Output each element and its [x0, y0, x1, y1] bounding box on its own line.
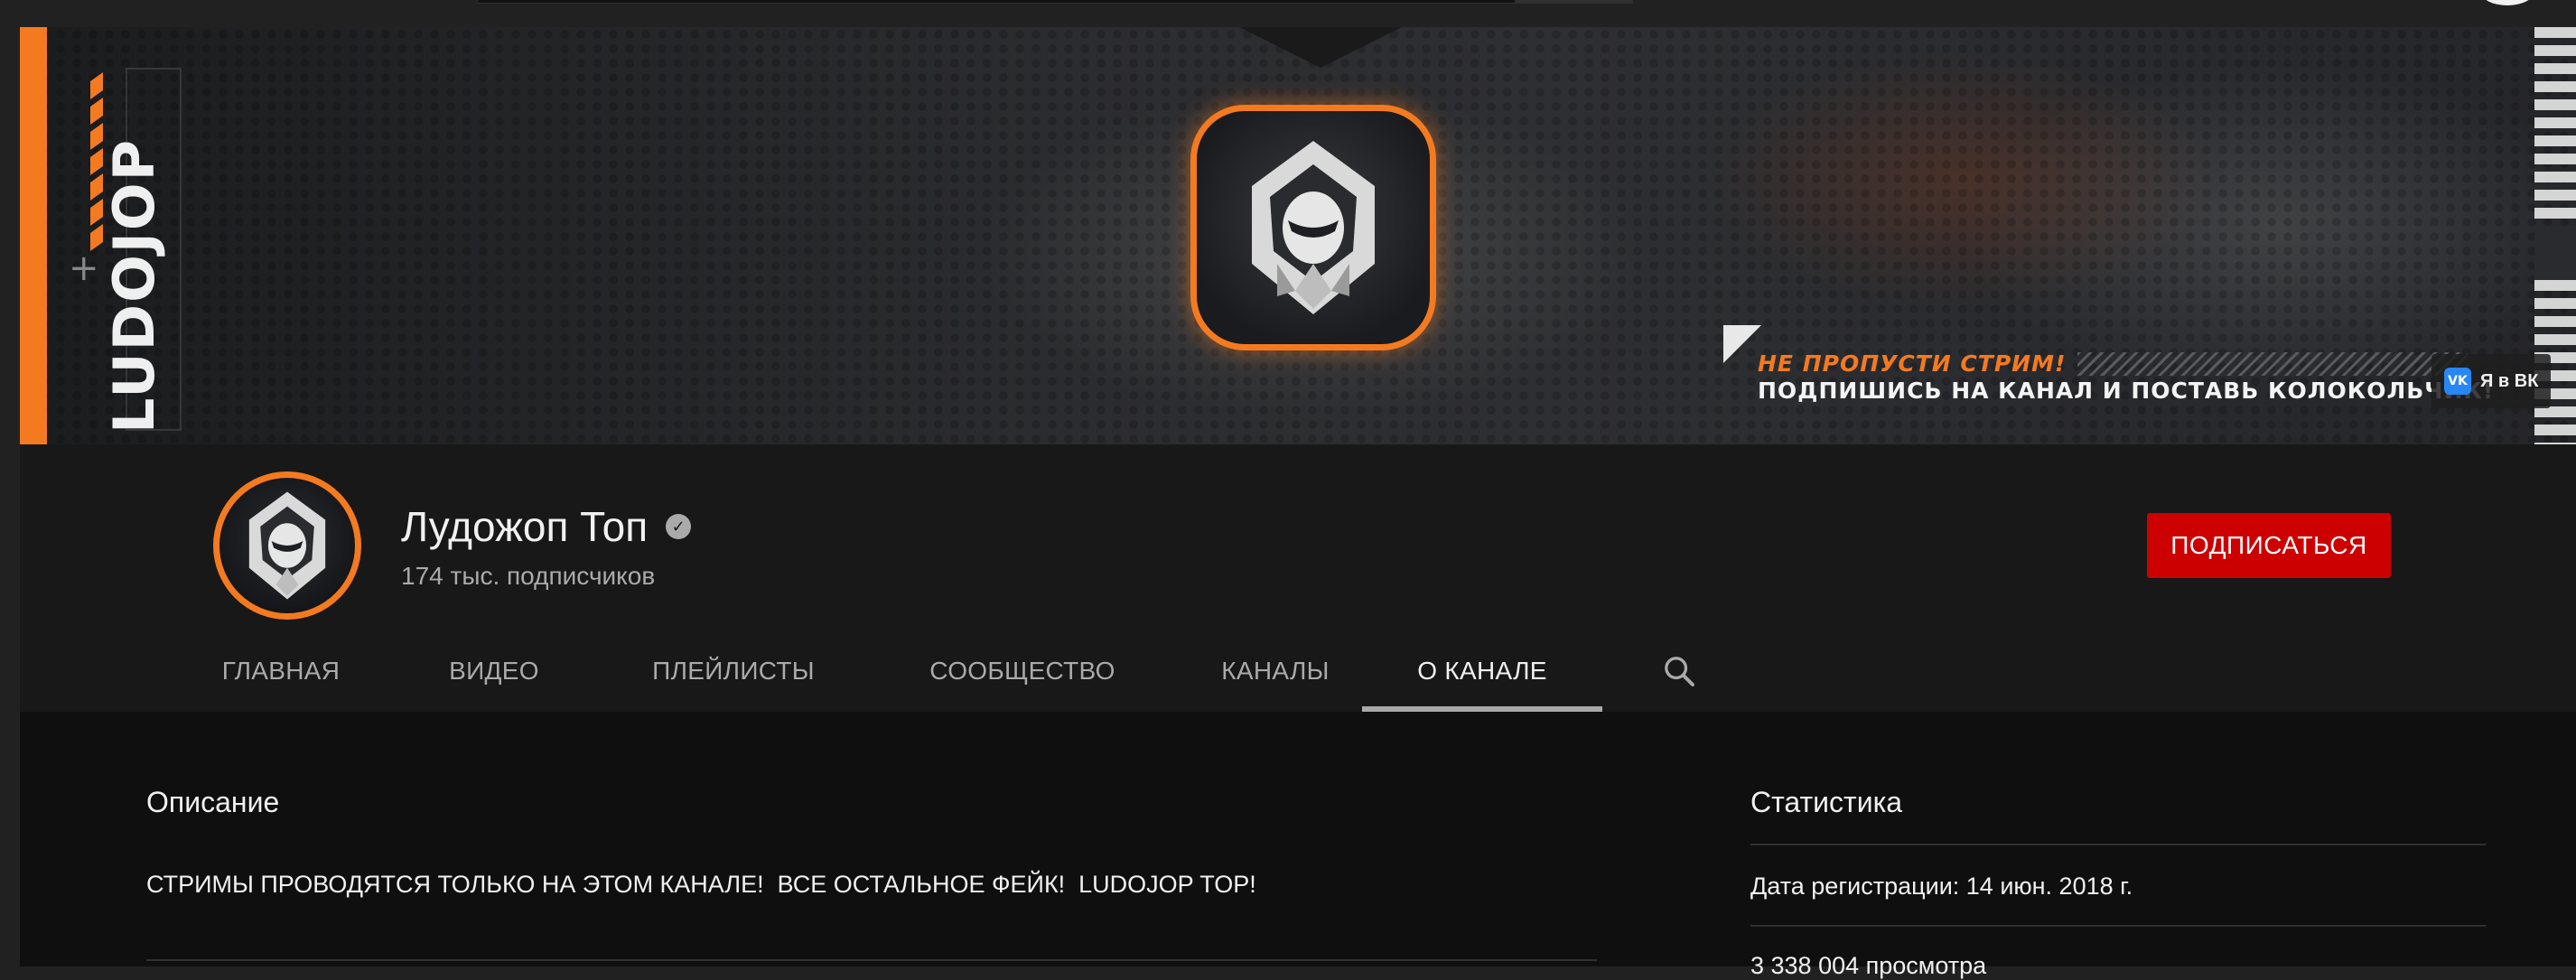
- verified-icon: ✓: [666, 514, 692, 539]
- tab-home[interactable]: ГЛАВНАЯ: [201, 630, 361, 712]
- banner-logo: [1190, 105, 1436, 350]
- about-content: Описание СТРИМЫ ПРОВОДЯТСЯ ТОЛЬКО НА ЭТО…: [20, 712, 2576, 979]
- tab-videos[interactable]: ВИДЕО: [417, 630, 571, 712]
- vk-link-label: Я в ВК: [2480, 370, 2539, 391]
- search-button[interactable]: [1516, 0, 1633, 4]
- tab-community[interactable]: СООБЩЕСТВО: [887, 630, 1158, 712]
- banner-orange-stripe: [20, 27, 47, 444]
- svg-text:+: +: [69, 247, 99, 289]
- channel-search-button[interactable]: [1657, 649, 1702, 694]
- channel-header: Лудожоп Топ ✓ 174 тыс. подписчиков ПОДПИ…: [20, 444, 2576, 712]
- user-avatar[interactable]: [2480, 0, 2534, 5]
- top-bar: [0, 0, 2576, 27]
- channel-avatar[interactable]: [213, 471, 361, 620]
- banner-right-bars-gap: [2534, 226, 2576, 280]
- joined-date: Дата регистрации: 14 июн. 2018 г.: [1750, 873, 2133, 900]
- stats-heading: Статистика: [1750, 786, 1903, 818]
- channel-banner: + LUDOJOP НЕ ПРОПУСТИ СТРИМ! ПОДПИШИСЬ Н…: [20, 27, 2576, 444]
- description-heading: Описание: [146, 786, 280, 818]
- search-input[interactable]: [477, 0, 1516, 4]
- search-icon: [1665, 657, 1694, 686]
- avatar-logo-icon: [248, 491, 326, 600]
- vk-icon: VK: [2444, 368, 2471, 395]
- subscribe-button[interactable]: ПОДПИСАТЬСЯ: [2147, 513, 2391, 578]
- channel-title-row: Лудожоп Топ ✓: [401, 502, 692, 551]
- vk-link[interactable]: VK Я в ВК: [2431, 354, 2552, 408]
- promo-line-2: ПОДПИШИСЬ НА КАНАЛ И ПОСТАВЬ КОЛОКОЛЬЧИК…: [1758, 378, 2495, 404]
- channel-name: Лудожоп Топ: [401, 503, 649, 550]
- stats-divider-2: [1750, 925, 2486, 927]
- promo-line-1: НЕ ПРОПУСТИ СТРИМ!: [1758, 350, 2067, 377]
- hooded-figure-logo: [1252, 141, 1375, 314]
- brand-logo-vertical: + LUDOJOP: [69, 68, 182, 434]
- promo-corner: [1723, 325, 1761, 363]
- subscriber-count: 174 тыс. подписчиков: [401, 562, 656, 590]
- stats-divider-1: [1750, 844, 2486, 845]
- brand-text: LUDOJOP: [101, 138, 167, 434]
- promo-hatch: [2077, 352, 2468, 376]
- tab-about[interactable]: О КАНАЛЕ: [1362, 630, 1602, 712]
- tab-channels[interactable]: КАНАЛЫ: [1185, 630, 1366, 712]
- banner-promo: НЕ ПРОПУСТИ СТРИМ! ПОДПИШИСЬ НА КАНАЛ И …: [1723, 325, 2495, 434]
- banner-notch: [1239, 27, 1402, 68]
- channel-tabs: ГЛАВНАЯ ВИДЕО ПЛЕЙЛИСТЫ СООБЩЕСТВО КАНАЛ…: [20, 630, 2576, 712]
- description-divider: [146, 959, 1597, 961]
- description-text: СТРИМЫ ПРОВОДЯТСЯ ТОЛЬКО НА ЭТОМ КАНАЛЕ!…: [146, 871, 1256, 898]
- tab-playlists[interactable]: ПЛЕЙЛИСТЫ: [616, 630, 851, 712]
